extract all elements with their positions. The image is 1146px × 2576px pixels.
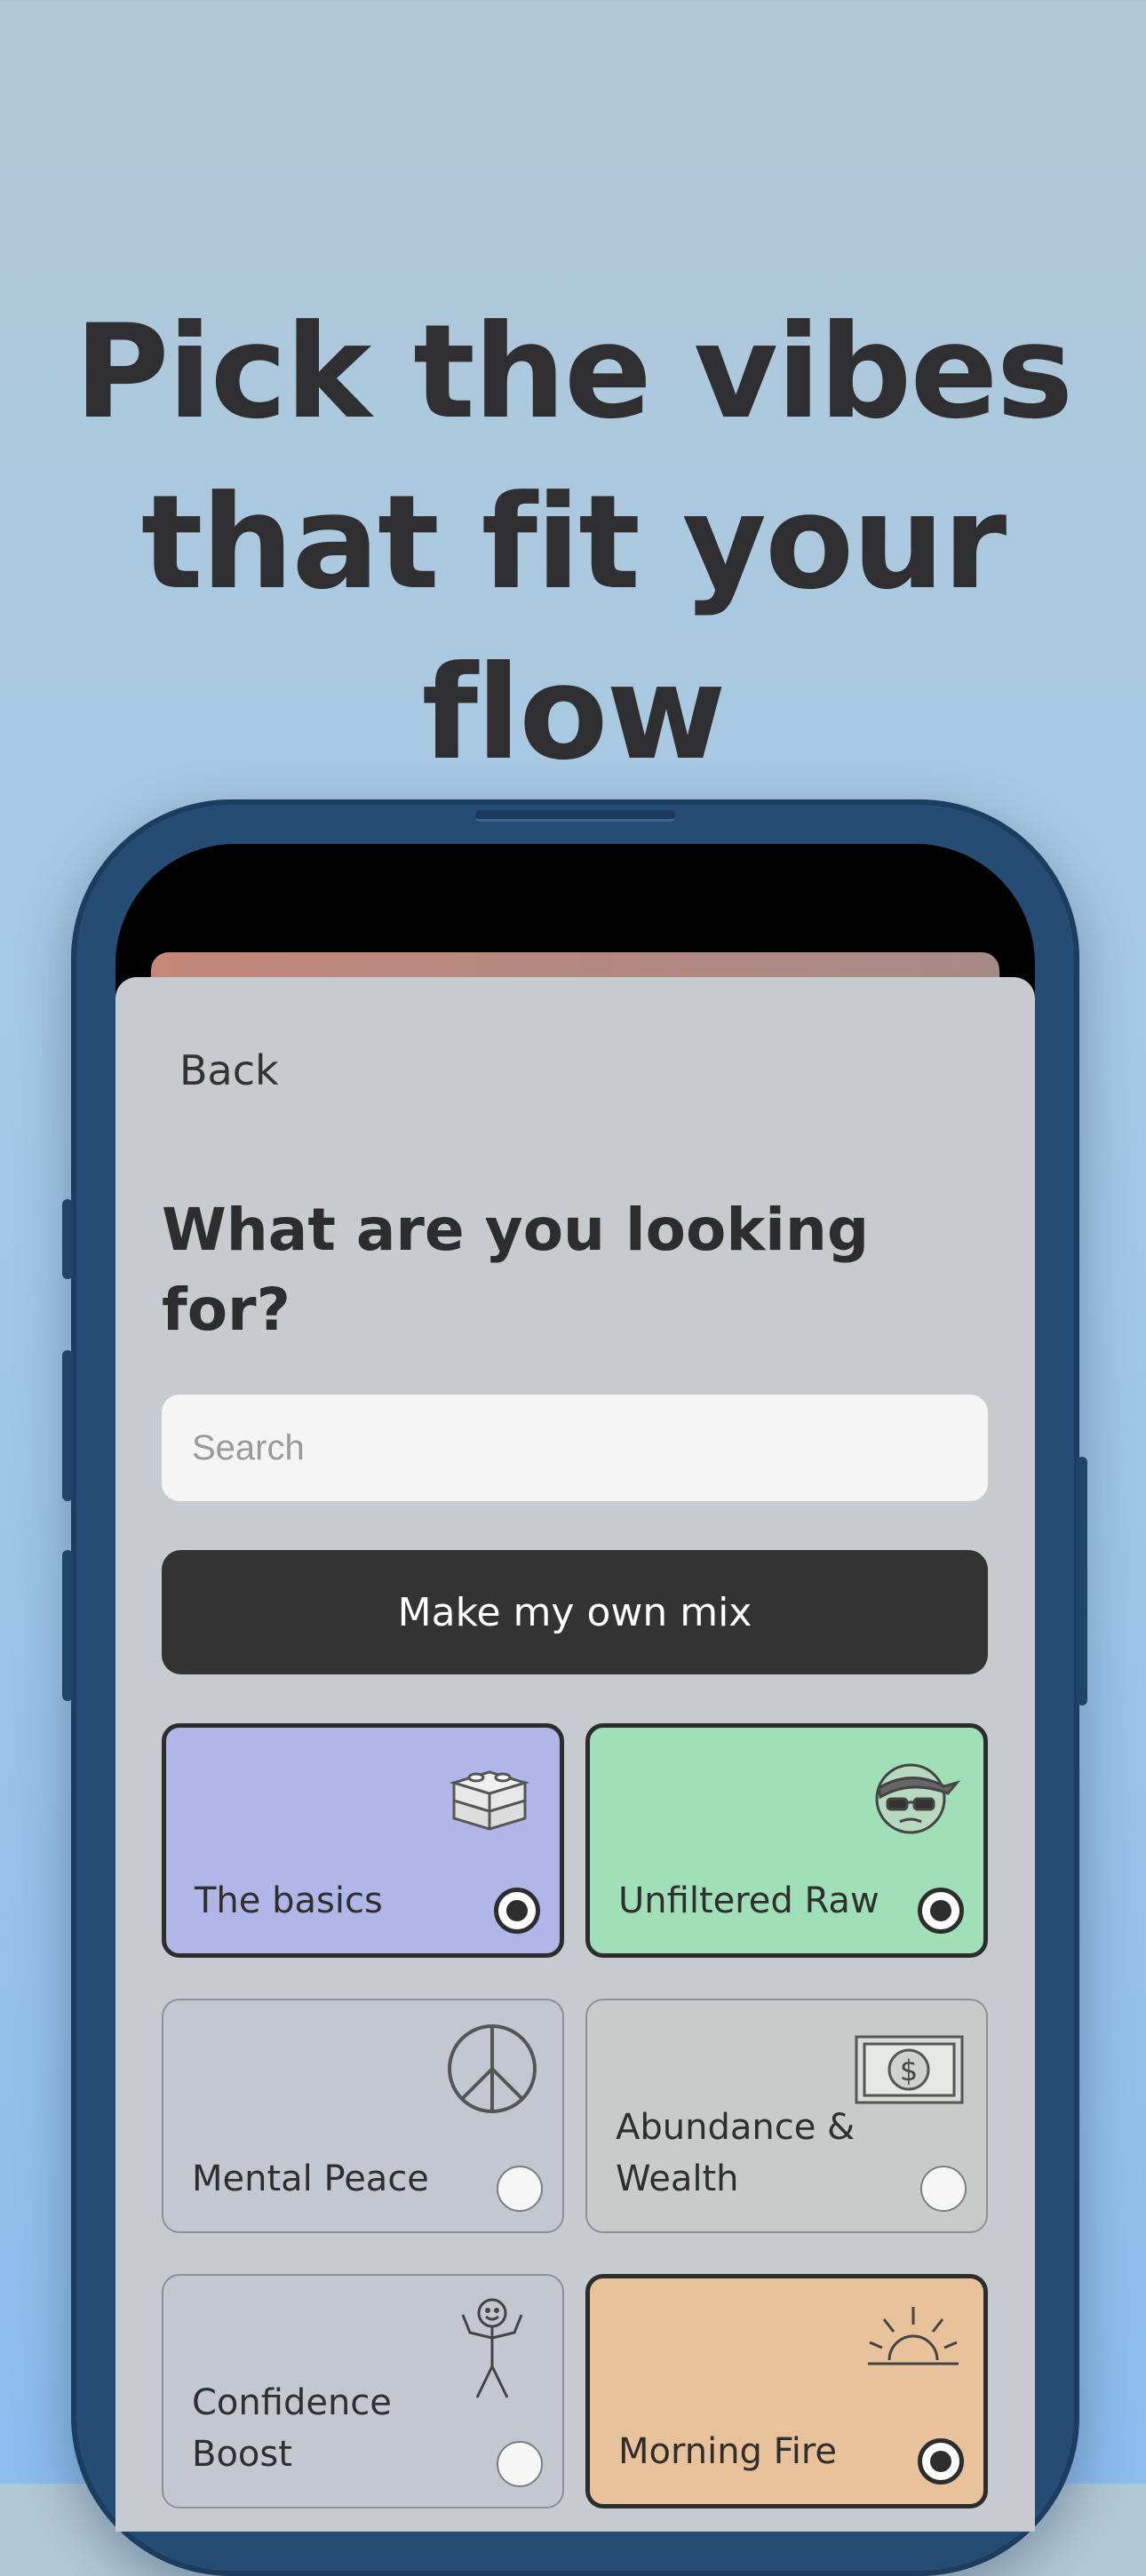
category-label: The basics: [195, 1880, 383, 1921]
search-input[interactable]: [162, 1395, 988, 1501]
category-radio[interactable]: [920, 2166, 967, 2212]
phone-speaker: [475, 810, 675, 822]
phone-power-button: [1077, 1457, 1087, 1705]
peace-sign-icon: [443, 2020, 541, 2121]
headline-line-3: flow: [421, 637, 727, 789]
category-label: Morning Fire: [618, 2431, 838, 2472]
bandana-face-icon: [864, 1747, 962, 1849]
phone-volume-down: [62, 1550, 73, 1701]
make-my-own-mix-button[interactable]: Make my own mix: [162, 1550, 988, 1674]
headline: Pick the vibes that fit your flow: [0, 287, 1146, 799]
category-card-unfiltered-raw[interactable]: Unfiltered Raw: [585, 1723, 988, 1958]
svg-text:$: $: [900, 2054, 918, 2087]
blocks-icon: [441, 1747, 538, 1849]
headline-line-2: that fit your: [140, 466, 1007, 618]
dollar-bill-icon: $: [854, 2034, 965, 2109]
category-label: Abundance & Wealth: [616, 2107, 856, 2199]
category-radio[interactable]: [497, 2441, 543, 2487]
category-card-morning-fire[interactable]: Morning Fire: [585, 2274, 988, 2508]
headline-line-1: Pick the vibes: [74, 296, 1074, 448]
category-card-confidence-boost[interactable]: Confidence Boost: [162, 2274, 564, 2508]
category-radio[interactable]: [494, 1888, 540, 1934]
phone-screen: Back What are you looking for? Make my o…: [115, 844, 1035, 2532]
phone-volume-up: [62, 1350, 73, 1501]
category-radio[interactable]: [918, 2438, 964, 2485]
category-label: Confidence Boost: [192, 2382, 392, 2475]
category-sheet: Back What are you looking for? Make my o…: [115, 977, 1035, 2532]
phone-silent-switch: [62, 1199, 73, 1279]
category-label: Mental Peace: [192, 2159, 429, 2199]
category-label: Unfiltered Raw: [618, 1880, 879, 1921]
sunrise-icon: [864, 2298, 962, 2381]
category-card-abundance-wealth[interactable]: $ Abundance & Wealth: [585, 1999, 988, 2233]
back-button[interactable]: Back: [179, 1046, 279, 1094]
category-radio[interactable]: [918, 1888, 964, 1934]
category-card-mental-peace[interactable]: Mental Peace: [162, 1999, 564, 2233]
page-title: What are you looking for?: [162, 1196, 870, 1344]
category-radio[interactable]: [497, 2166, 543, 2212]
category-card-the-basics[interactable]: The basics: [162, 1723, 564, 1958]
